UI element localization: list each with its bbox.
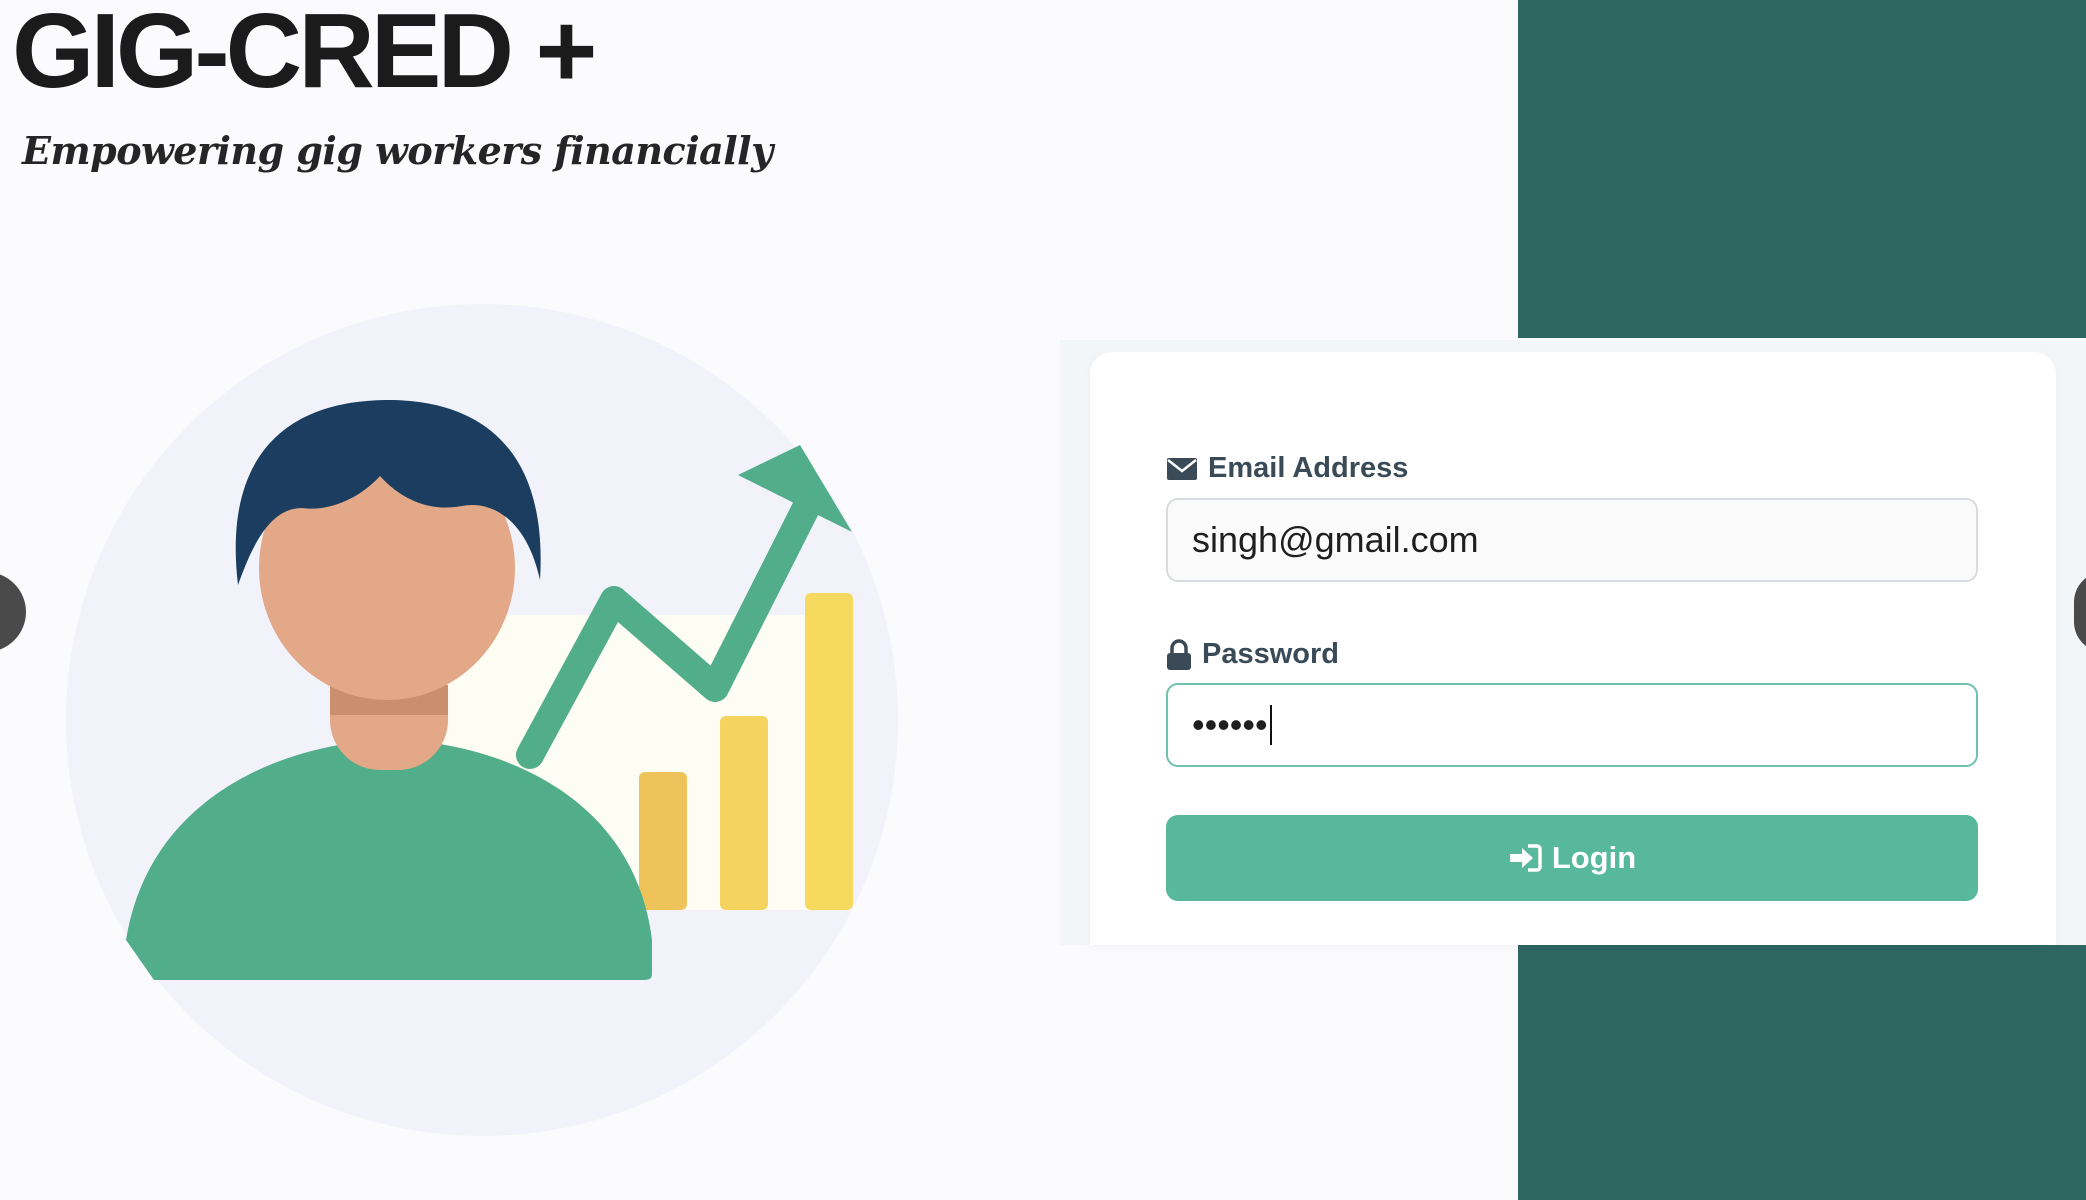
text-caret [1269, 705, 1272, 745]
lock-icon [1167, 638, 1191, 670]
chart-bar-1 [639, 772, 687, 910]
carousel-prev-button[interactable] [0, 572, 26, 652]
chart-bar-3 [805, 593, 853, 910]
gig-worker-growth-illustration [66, 304, 898, 1136]
sign-in-icon [1509, 844, 1542, 872]
chart-bar-2 [720, 716, 768, 910]
password-input-value: •••••• [1192, 704, 1268, 745]
envelope-icon [1167, 457, 1197, 480]
decorative-panel-bottom [1518, 945, 2086, 1200]
password-label-text: Password [1202, 638, 1339, 670]
decorative-panel-top [1518, 0, 2086, 338]
login-button[interactable]: Login [1166, 815, 1978, 901]
brand-title: GIG-CRED + [12, 0, 597, 110]
email-input[interactable]: singh@gmail.com [1166, 498, 1978, 582]
brand-tagline: Empowering gig workers financially [22, 128, 773, 173]
email-label-text: Email Address [1208, 452, 1409, 484]
password-label: Password [1166, 638, 1339, 671]
login-button-label: Login [1551, 840, 1637, 875]
password-input[interactable]: •••••• [1166, 683, 1978, 767]
email-label: Email Address [1166, 452, 1408, 485]
email-input-value: singh@gmail.com [1192, 519, 1479, 560]
hero-illustration [62, 300, 902, 1140]
